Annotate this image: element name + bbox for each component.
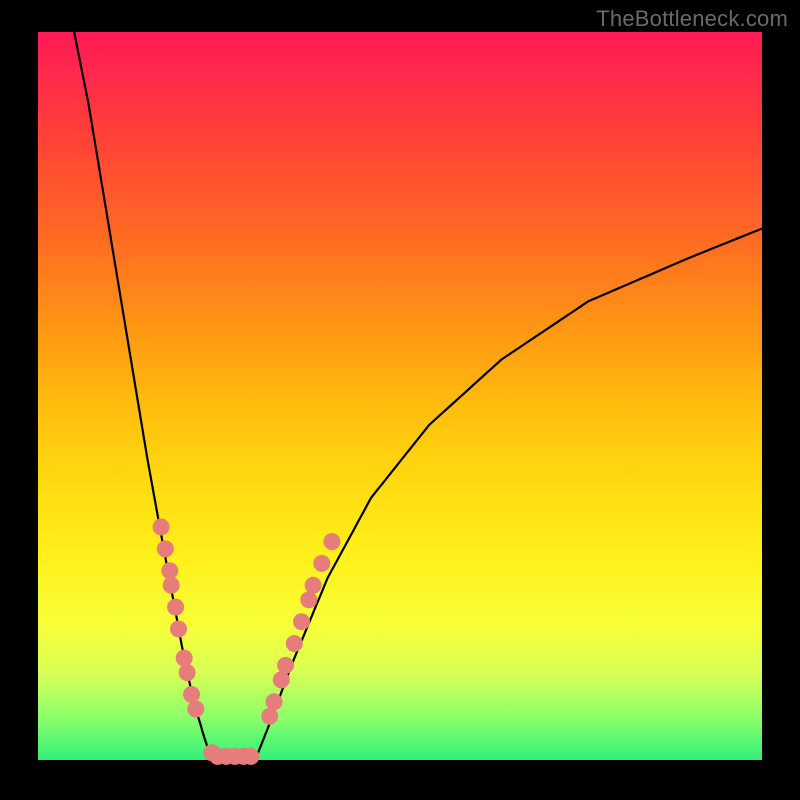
- data-point-marker: [170, 621, 187, 638]
- data-point-marker: [163, 577, 180, 594]
- data-point-marker: [293, 613, 310, 630]
- data-point-marker: [176, 650, 193, 667]
- data-point-marker: [323, 533, 340, 550]
- plot-area: [38, 32, 762, 760]
- data-point-marker: [261, 708, 278, 725]
- data-point-marker: [183, 686, 200, 703]
- data-point-marker: [179, 664, 196, 681]
- watermark-text: TheBottleneck.com: [596, 6, 788, 32]
- data-point-marker: [277, 657, 294, 674]
- curve-series: [74, 32, 762, 760]
- data-point-marker: [273, 671, 290, 688]
- data-point-marker: [242, 748, 259, 765]
- data-point-marker: [167, 599, 184, 616]
- data-point-marker: [161, 562, 178, 579]
- curve-right: [255, 229, 762, 760]
- data-point-marker: [153, 519, 170, 536]
- data-point-marker: [187, 701, 204, 718]
- chart-frame: TheBottleneck.com: [0, 0, 800, 800]
- data-point-marker: [305, 577, 322, 594]
- data-point-marker: [266, 693, 283, 710]
- data-point-marker: [300, 591, 317, 608]
- data-point-marker: [286, 635, 303, 652]
- curve-left: [74, 32, 212, 760]
- data-point-marker: [313, 555, 330, 572]
- chart-svg: [38, 32, 762, 760]
- data-point-marker: [157, 540, 174, 557]
